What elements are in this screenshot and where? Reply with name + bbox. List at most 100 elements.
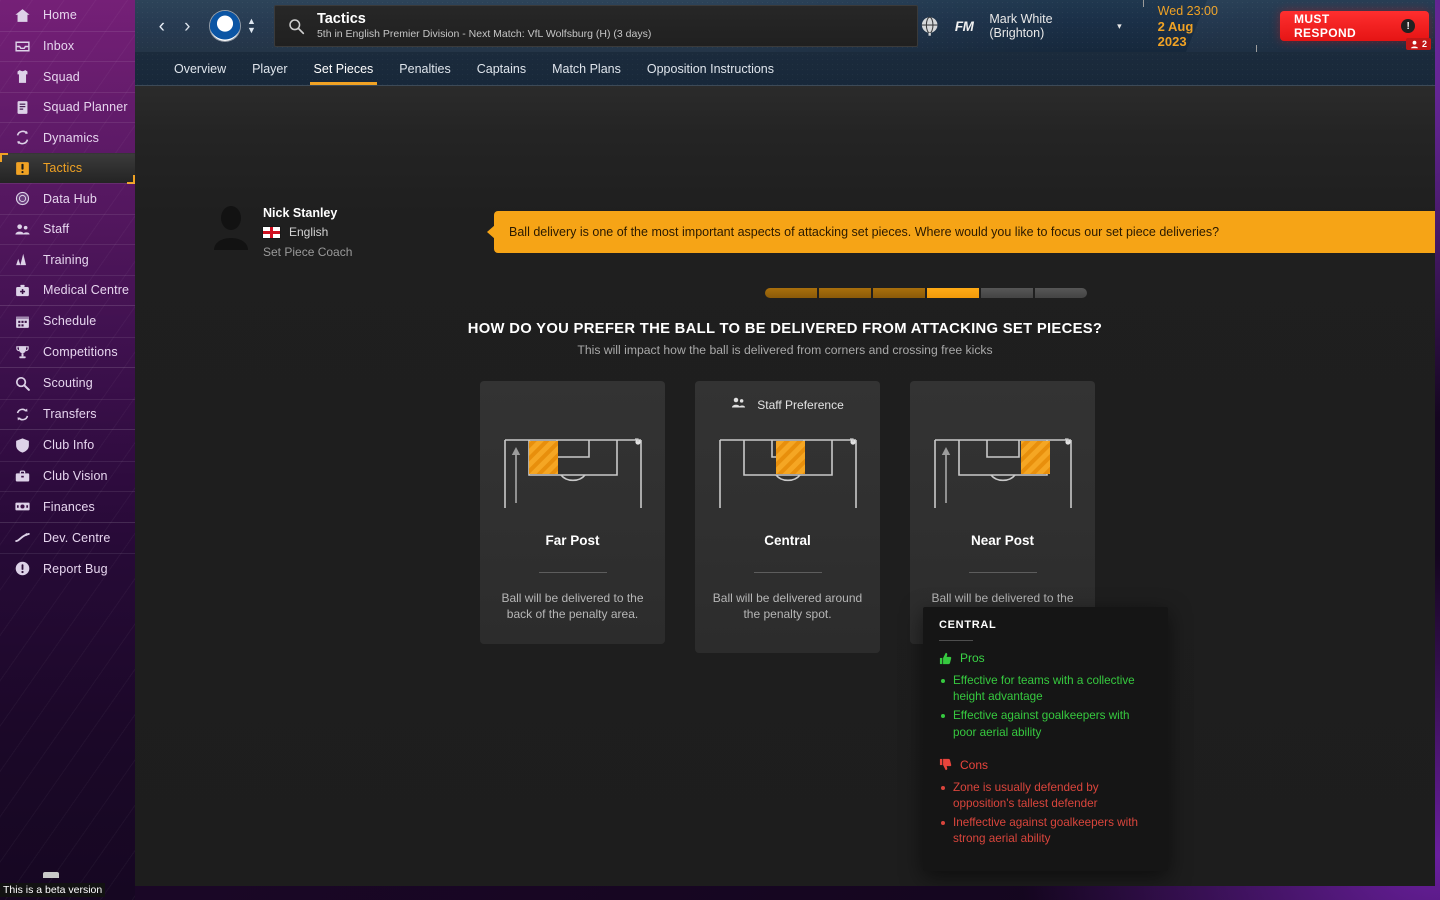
sidebar-item-label: Competitions: [43, 345, 118, 360]
progress-step-3: [873, 288, 925, 298]
tab-captains[interactable]: Captains: [464, 62, 539, 85]
seagull-glyph: ▼: [219, 19, 231, 33]
sidebar-item-label: Finances: [43, 499, 95, 514]
option-name: Central: [764, 533, 811, 548]
tab-match-plans[interactable]: Match Plans: [539, 62, 634, 85]
sidebar-item-home[interactable]: Home: [0, 0, 135, 31]
coach-nationality: English: [289, 225, 329, 239]
beta-tab-decoration: [43, 872, 59, 878]
tooltip-pros-header: Pros: [939, 651, 1152, 665]
option-card-near-post[interactable]: Near PostBall will be delivered to the f…: [910, 381, 1095, 644]
tooltip-con-item: Ineffective against goalkeepers with str…: [941, 815, 1152, 847]
must-respond-button[interactable]: MUST RESPOND ! 2: [1279, 11, 1431, 50]
home-icon: [8, 7, 36, 24]
sidebar-item-staff[interactable]: Staff: [0, 213, 135, 245]
avatar: [211, 204, 251, 250]
sidebar-item-label: Schedule: [43, 314, 97, 329]
sidebar-item-scouting[interactable]: Scouting: [0, 368, 135, 399]
sidebar-item-label: Club Info: [43, 438, 95, 453]
must-respond-label: MUST RESPOND: [1293, 12, 1357, 40]
tooltip-pro-item: Effective against goalkeepers with poor …: [941, 708, 1152, 740]
tooltip-pros-label: Pros: [960, 651, 985, 665]
tab-opposition-instructions[interactable]: Opposition Instructions: [634, 62, 787, 85]
search-icon: [289, 19, 305, 35]
tab-penalties[interactable]: Penalties: [386, 62, 463, 85]
tooltip-divider: [939, 640, 973, 641]
staff-preference-label: Staff Preference: [757, 398, 844, 412]
sidebar-item-label: Medical Centre: [43, 283, 130, 298]
tab-set-pieces[interactable]: Set Pieces: [301, 62, 387, 85]
date-corner-bracket-tl: [1142, 0, 1152, 7]
main-panel: ‹ › ▼ ▲ ▼ Tactics 5th in English Premier…: [135, 0, 1435, 886]
sidebar-item-label: Club Vision: [43, 469, 108, 484]
tab-overview[interactable]: Overview: [161, 62, 239, 85]
sidebar-item-label: Home: [43, 8, 77, 23]
sidebar-group-2: Scouting Transfers: [0, 367, 135, 429]
respond-count: 2: [1421, 39, 1427, 49]
option-card-central[interactable]: Staff Preference Central Ball will be deli…: [695, 381, 880, 653]
sidebar-item-squad[interactable]: Squad: [0, 61, 135, 92]
manager-selector[interactable]: Mark White (Brighton) ▾: [989, 12, 1121, 40]
magnifier-icon: [8, 375, 36, 392]
sidebar-item-report-bug[interactable]: Report Bug: [0, 553, 135, 584]
data-hub-icon: [8, 190, 36, 207]
staff-icon: [8, 221, 36, 238]
page-title: Tactics: [316, 11, 366, 27]
money-icon: [8, 498, 36, 515]
sidebar-item-transfers[interactable]: Transfers: [0, 398, 135, 430]
sidebar-item-dev-centre[interactable]: Dev. Centre: [0, 523, 135, 554]
option-pitch-wrap: [714, 435, 862, 518]
sidebar-item-tactics[interactable]: Tactics: [0, 152, 135, 184]
exclamation-icon: !: [1401, 19, 1415, 33]
shield-icon: [8, 437, 36, 454]
nav-back-button[interactable]: ‹: [149, 11, 175, 41]
sidebar-item-data-hub[interactable]: Data Hub: [0, 183, 135, 214]
sidebar-item-label: Squad: [43, 69, 80, 84]
sidebar-item-label: Report Bug: [43, 561, 108, 576]
sidebar-item-inbox[interactable]: Inbox: [0, 30, 135, 62]
club-switcher-stepper[interactable]: ▲ ▼: [247, 17, 256, 35]
thumbs-down-icon: [939, 759, 952, 771]
brighton-badge-icon[interactable]: ▼: [210, 11, 241, 41]
sidebar-item-label: Transfers: [43, 407, 97, 422]
beta-version-note: This is a beta version: [0, 883, 106, 897]
option-description: Ball will be delivered to the back of th…: [501, 591, 644, 621]
respond-count-badge: 2: [1405, 38, 1431, 50]
progress-step-6: [1035, 288, 1087, 298]
option-pitch-wrap: [499, 435, 647, 518]
current-date: 2 Aug 2023: [1157, 18, 1194, 49]
progress-steps: [765, 288, 1087, 298]
sidebar-item-schedule[interactable]: Schedule: [0, 306, 135, 337]
option-name: Near Post: [970, 533, 1035, 548]
progress-step-5: [981, 288, 1033, 298]
nav-forward-button[interactable]: ›: [175, 11, 201, 41]
option-pitch-wrap: [929, 435, 1077, 518]
sidebar-item-training[interactable]: Training: [0, 244, 135, 275]
tooltip-cons-label: Cons: [960, 757, 989, 772]
globe-icon[interactable]: [918, 14, 941, 38]
tab-player[interactable]: Player: [239, 62, 300, 85]
sidebar: Home Inbox Squad Squad Planner Dynamics Tacti…: [0, 0, 135, 900]
search-box[interactable]: Tactics 5th in English Premier Division …: [273, 5, 918, 47]
transfers-icon: [8, 406, 36, 423]
pitch-diagram-far-icon: [503, 438, 642, 508]
tooltip-pros-list: Effective for teams with a collective he…: [941, 673, 1152, 741]
sidebar-item-squad-planner[interactable]: Squad Planner: [0, 91, 135, 123]
progress-step-1: [765, 288, 817, 298]
sidebar-item-medical-centre[interactable]: Medical Centre: [0, 274, 135, 306]
sidebar-item-label: Scouting: [43, 376, 93, 391]
coach-speech-bubble: Ball delivery is one of the most importa…: [487, 211, 1435, 253]
sidebar-item-club-info[interactable]: Club Info: [0, 430, 135, 461]
sidebar-item-competitions[interactable]: Competitions: [0, 336, 135, 368]
exclamation-icon: [8, 560, 36, 577]
sidebar-item-club-vision[interactable]: Club Vision: [0, 460, 135, 492]
calendar-icon: [8, 313, 36, 330]
option-card-far-post[interactable]: Far Post Ball will be delivered to the ba…: [480, 381, 665, 644]
date-corner-bracket-br: [1248, 44, 1257, 52]
sidebar-item-finances[interactable]: Finances: [0, 491, 135, 522]
person-icon: [1411, 40, 1418, 48]
staff-icon: [731, 396, 746, 414]
sidebar-item-dynamics[interactable]: Dynamics: [0, 122, 135, 153]
pitch-diagram-central-icon: [718, 438, 857, 508]
sidebar-item-label: Dynamics: [43, 130, 100, 145]
